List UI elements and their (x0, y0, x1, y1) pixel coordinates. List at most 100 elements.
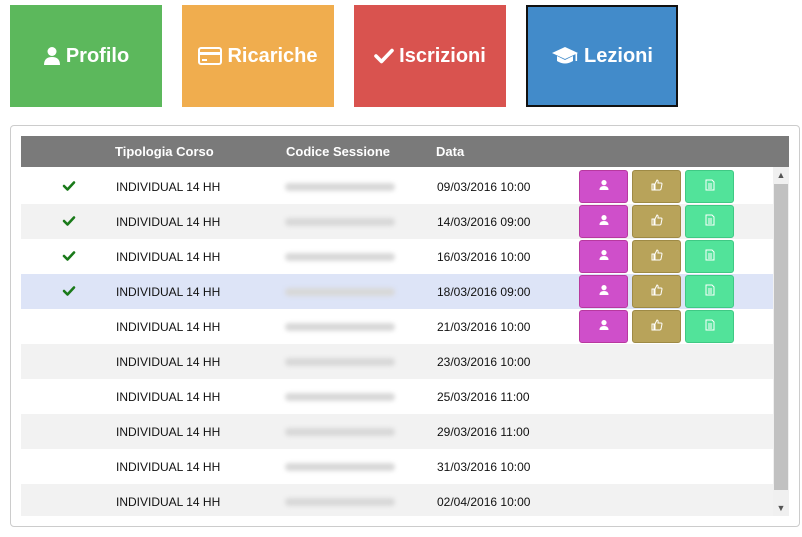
user-icon (598, 319, 610, 334)
cell-data: 25/03/2016 11:00 (437, 390, 530, 404)
participants-button[interactable] (579, 310, 628, 343)
thumbs-up-icon (651, 249, 663, 264)
nav-ricariche-label: Ricariche (227, 44, 318, 67)
thumbs-up-icon (651, 319, 663, 334)
document-icon (704, 249, 716, 264)
participants-button[interactable] (579, 205, 628, 238)
cell-data: 18/03/2016 09:00 (437, 285, 531, 299)
thumbs-up-icon (651, 214, 663, 229)
cell-tipologia: INDIVIDUAL 14 HH (116, 180, 221, 194)
check-icon (62, 249, 76, 263)
cell-tipologia: INDIVIDUAL 14 HH (116, 390, 221, 404)
document-button[interactable] (685, 275, 734, 308)
participants-button[interactable] (579, 170, 628, 203)
cell-data: 21/03/2016 10:00 (437, 320, 531, 334)
cell-codice-blurred (285, 463, 395, 471)
credit-card-icon (198, 47, 223, 65)
header-data: Data (436, 144, 465, 159)
nav-lezioni-label: Lezioni (584, 44, 653, 67)
cell-tipologia: INDIVIDUAL 14 HH (116, 250, 221, 264)
cell-data: 02/04/2016 10:00 (437, 495, 531, 509)
cell-tipologia: INDIVIDUAL 14 HH (116, 215, 221, 229)
document-button[interactable] (685, 205, 734, 238)
document-icon (704, 214, 716, 229)
cell-codice-blurred (285, 393, 395, 401)
user-icon (598, 284, 610, 299)
cell-data: 09/03/2016 10:00 (437, 180, 531, 194)
row-actions (579, 275, 734, 308)
check-icon (62, 179, 76, 193)
header-tipologia: Tipologia Corso (115, 144, 214, 159)
row-actions (579, 240, 734, 273)
user-icon (43, 46, 61, 66)
scroll-up-icon[interactable]: ▲ (773, 167, 789, 183)
table-body: INDIVIDUAL 14 HH 09/03/2016 10:00 INDIVIDU… (21, 167, 773, 516)
table-row[interactable]: INDIVIDUAL 14 HH 16/03/2016 10:00 (21, 239, 773, 274)
table-row[interactable]: INDIVIDUAL 14 HH 21/03/2016 10:00 (21, 309, 773, 344)
table-row[interactable]: INDIVIDUAL 14 HH 09/03/2016 10:00 (21, 169, 773, 204)
user-icon (598, 249, 610, 264)
check-icon (62, 284, 76, 298)
table-row[interactable]: INDIVIDUAL 14 HH 18/03/2016 09:00 (21, 274, 773, 309)
lessons-panel: Tipologia Corso Codice Sessione Data IND… (10, 125, 800, 527)
document-icon (704, 319, 716, 334)
participants-button[interactable] (579, 240, 628, 273)
cell-tipologia: INDIVIDUAL 14 HH (116, 425, 221, 439)
participants-button[interactable] (579, 275, 628, 308)
feedback-button[interactable] (632, 275, 681, 308)
header-codice: Codice Sessione (286, 144, 391, 159)
row-actions (579, 310, 734, 343)
table-row[interactable]: INDIVIDUAL 14 HH 23/03/2016 10:00 (21, 344, 773, 379)
document-button[interactable] (685, 310, 734, 343)
document-button[interactable] (685, 240, 734, 273)
document-icon (704, 179, 716, 194)
document-icon (704, 284, 716, 299)
thumbs-up-icon (651, 284, 663, 299)
table-row[interactable]: INDIVIDUAL 14 HH 29/03/2016 11:00 (21, 414, 773, 449)
scroll-down-icon[interactable]: ▼ (773, 500, 789, 516)
graduation-cap-icon (551, 46, 579, 66)
scrollbar[interactable]: ▲ ▼ (773, 167, 789, 516)
user-icon (598, 214, 610, 229)
cell-data: 31/03/2016 10:00 (437, 460, 531, 474)
cell-tipologia: INDIVIDUAL 14 HH (116, 285, 221, 299)
check-icon (374, 48, 394, 64)
cell-codice-blurred (285, 498, 395, 506)
cell-codice-blurred (285, 218, 395, 226)
cell-codice-blurred (285, 428, 395, 436)
cell-tipologia: INDIVIDUAL 14 HH (116, 495, 221, 509)
cell-data: 23/03/2016 10:00 (437, 355, 531, 369)
nav-iscrizioni-button[interactable]: Iscrizioni (354, 5, 506, 107)
check-icon (62, 214, 76, 228)
cell-tipologia: INDIVIDUAL 14 HH (116, 320, 221, 334)
nav-profilo-label: Profilo (65, 44, 130, 67)
cell-codice-blurred (285, 358, 395, 366)
cell-codice-blurred (285, 183, 395, 191)
thumbs-up-icon (651, 179, 663, 194)
table-header: Tipologia Corso Codice Sessione Data (21, 136, 789, 167)
document-button[interactable] (685, 170, 734, 203)
nav-lezioni-button[interactable]: Lezioni (526, 5, 678, 107)
table-row[interactable]: INDIVIDUAL 14 HH 25/03/2016 11:00 (21, 379, 773, 414)
user-icon (598, 179, 610, 194)
cell-codice-blurred (285, 288, 395, 296)
nav-profilo-button[interactable]: Profilo (10, 5, 162, 107)
nav-ricariche-button[interactable]: Ricariche (182, 5, 334, 107)
table-row[interactable]: INDIVIDUAL 14 HH 02/04/2016 10:00 (21, 484, 773, 516)
cell-codice-blurred (285, 253, 395, 261)
feedback-button[interactable] (632, 170, 681, 203)
cell-data: 16/03/2016 10:00 (437, 250, 531, 264)
feedback-button[interactable] (632, 240, 681, 273)
table-row[interactable]: INDIVIDUAL 14 HH 14/03/2016 09:00 (21, 204, 773, 239)
cell-tipologia: INDIVIDUAL 14 HH (116, 460, 221, 474)
scroll-thumb[interactable] (774, 184, 788, 490)
row-actions (579, 170, 734, 203)
cell-tipologia: INDIVIDUAL 14 HH (116, 355, 221, 369)
feedback-button[interactable] (632, 310, 681, 343)
row-actions (579, 205, 734, 238)
cell-data: 29/03/2016 11:00 (437, 425, 530, 439)
nav-iscrizioni-label: Iscrizioni (399, 44, 486, 67)
table-row[interactable]: INDIVIDUAL 14 HH 31/03/2016 10:00 (21, 449, 773, 484)
cell-data: 14/03/2016 09:00 (437, 215, 531, 229)
feedback-button[interactable] (632, 205, 681, 238)
